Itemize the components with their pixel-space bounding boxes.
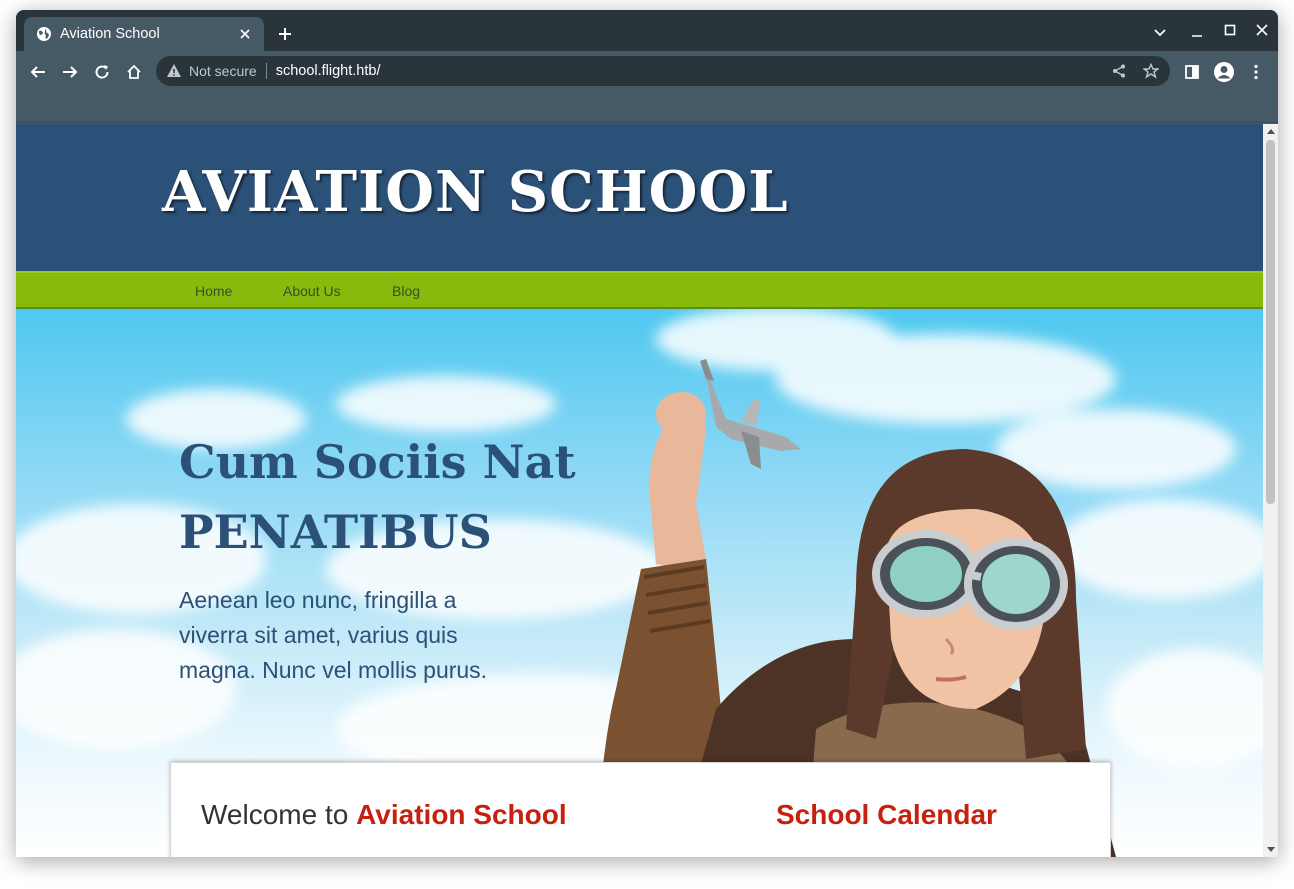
security-label: Not secure xyxy=(189,63,257,79)
tab-search-chevron-icon[interactable] xyxy=(1150,23,1170,43)
home-icon[interactable] xyxy=(122,60,146,84)
minimize-icon[interactable] xyxy=(1187,22,1207,42)
side-panel-icon[interactable] xyxy=(1180,60,1204,84)
site-title: AVIATION SCHOOL xyxy=(162,159,789,225)
profile-avatar-icon[interactable] xyxy=(1212,60,1236,84)
scroll-up-arrow-icon[interactable] xyxy=(1263,124,1278,139)
tab-title: Aviation School xyxy=(60,26,160,42)
nav-link-about-us[interactable]: About Us xyxy=(283,283,341,299)
browser-window: Aviation School Not secure school.flight… xyxy=(16,10,1278,857)
welcome-heading: Welcome to Aviation School xyxy=(201,799,567,831)
toy-airplane-icon xyxy=(700,359,801,469)
welcome-accent: Aviation School xyxy=(356,799,567,830)
share-icon[interactable] xyxy=(1108,60,1130,82)
scroll-down-arrow-icon[interactable] xyxy=(1263,842,1278,857)
site-header: AVIATION SCHOOL xyxy=(16,124,1263,271)
globe-icon xyxy=(37,27,51,41)
vertical-scrollbar[interactable] xyxy=(1263,124,1278,857)
kebab-menu-icon[interactable] xyxy=(1244,60,1268,84)
address-separator xyxy=(265,63,267,79)
site-nav: Home About Us Blog xyxy=(16,271,1263,309)
nav-link-home[interactable]: Home xyxy=(195,283,232,299)
reload-icon[interactable] xyxy=(90,60,114,84)
maximize-icon[interactable] xyxy=(1220,20,1240,40)
forward-arrow-icon[interactable] xyxy=(58,60,82,84)
url-text[interactable]: school.flight.htb/ xyxy=(276,63,381,79)
hero-banner: Cum Sociis Nat PENATIBUS Aenean leo nunc… xyxy=(16,309,1263,857)
bookmark-star-icon[interactable] xyxy=(1140,60,1162,82)
school-calendar-heading: School Calendar xyxy=(776,799,997,830)
welcome-prefix: Welcome to xyxy=(201,799,349,830)
new-tab-plus-icon[interactable] xyxy=(274,23,296,45)
address-bar[interactable]: Not secure school.flight.htb/ xyxy=(156,56,1170,86)
hero-text: Aenean leo nunc, fringilla a viverra sit… xyxy=(179,587,488,683)
hero-headline-line1: Cum Sociis Nat xyxy=(179,435,576,489)
window-close-icon[interactable] xyxy=(1252,20,1272,40)
scroll-thumb[interactable] xyxy=(1266,140,1275,504)
toolbar-spacer xyxy=(16,91,1278,123)
browser-toolbar: Not secure school.flight.htb/ xyxy=(16,51,1278,91)
page-viewport: AVIATION SCHOOL Home About Us Blog Cum S… xyxy=(16,124,1278,857)
tab-strip: Aviation School xyxy=(16,10,1278,51)
hero-headline: Cum Sociis Nat PENATIBUS xyxy=(179,427,599,567)
browser-tab[interactable]: Aviation School xyxy=(24,17,264,51)
web-page: AVIATION SCHOOL Home About Us Blog Cum S… xyxy=(16,124,1263,857)
hero-headline-line2: PENATIBUS xyxy=(179,505,492,559)
content-card: Welcome to Aviation School School Calend… xyxy=(170,762,1111,857)
back-arrow-icon[interactable] xyxy=(26,60,50,84)
tab-close-icon[interactable] xyxy=(236,25,254,43)
warning-triangle-icon xyxy=(167,64,181,77)
nav-link-blog[interactable]: Blog xyxy=(392,283,420,299)
